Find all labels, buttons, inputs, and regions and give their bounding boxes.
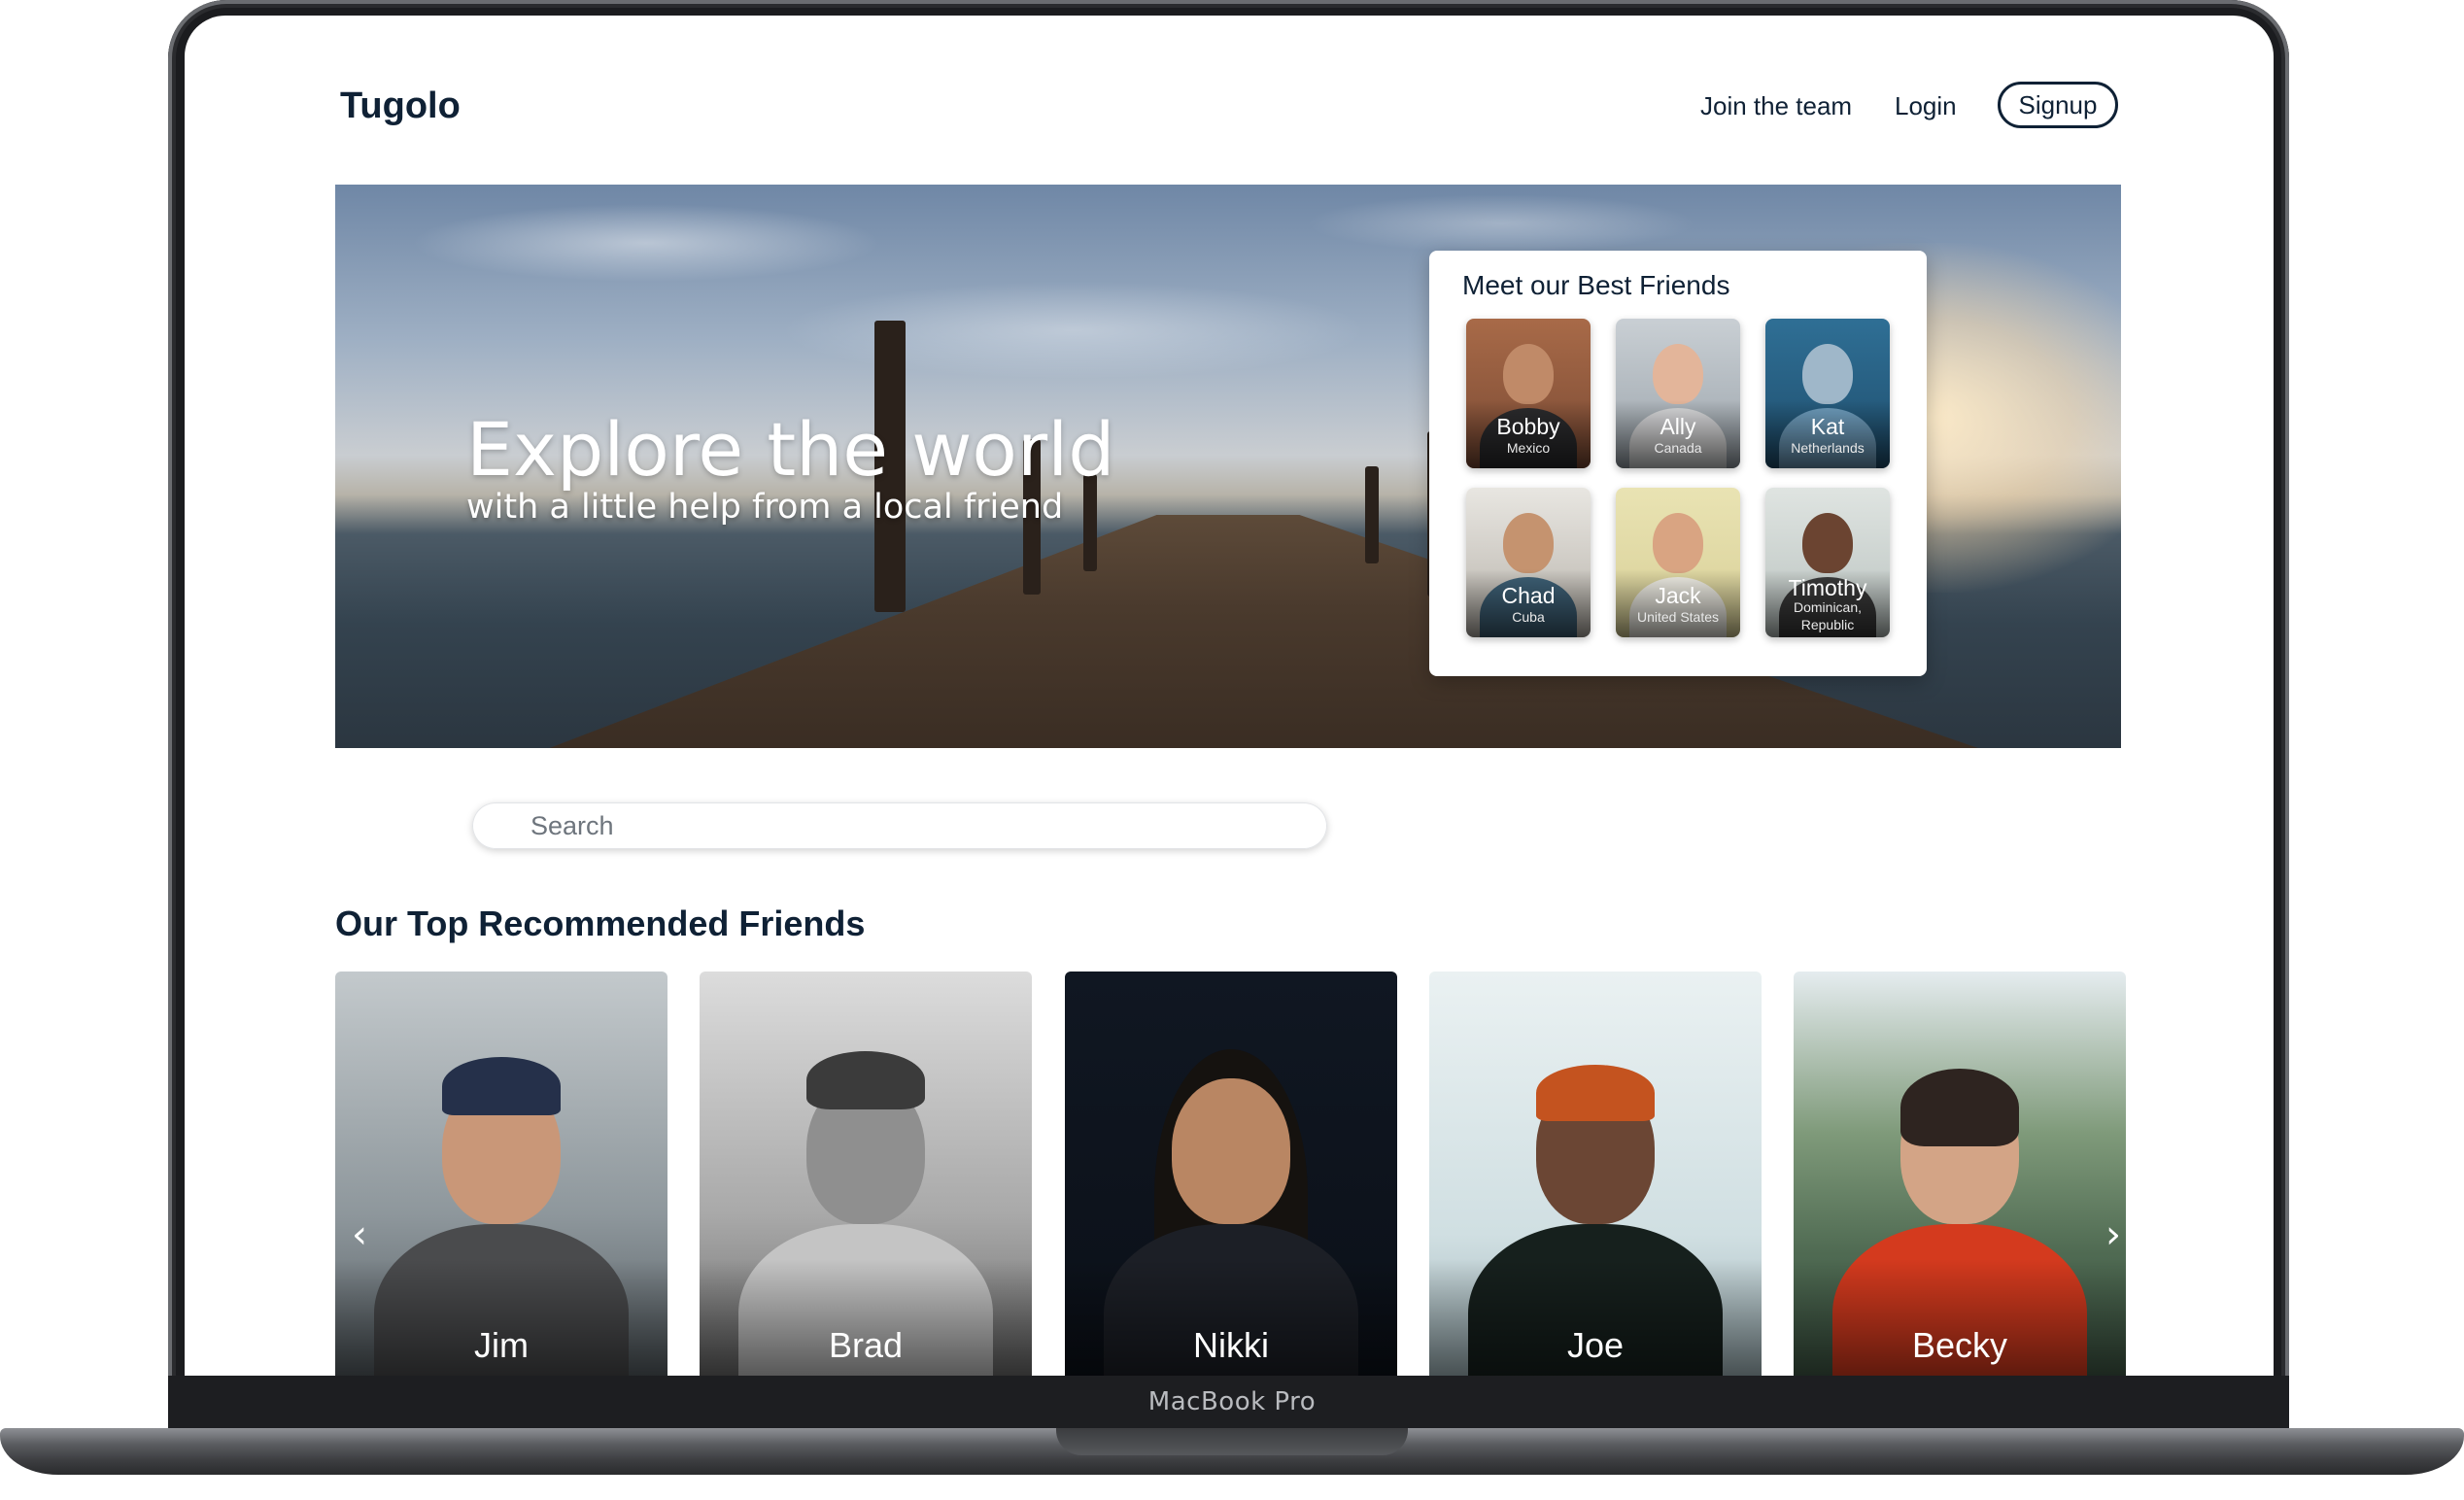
avatar bbox=[1802, 513, 1853, 573]
laptop-notch bbox=[1056, 1428, 1408, 1455]
device-label: MacBook Pro bbox=[1147, 1387, 1317, 1416]
friend-card-bobby[interactable]: Bobby Mexico bbox=[1466, 319, 1591, 468]
avatar bbox=[1503, 513, 1554, 573]
recommended-card-becky[interactable]: Becky bbox=[1794, 972, 2126, 1376]
nav-join-the-team[interactable]: Join the team bbox=[1700, 91, 1852, 121]
friend-name: Kat bbox=[1810, 414, 1845, 439]
avatar bbox=[1653, 513, 1703, 573]
friend-card-kat[interactable]: Kat Netherlands bbox=[1765, 319, 1890, 468]
friend-card-jack[interactable]: Jack United States bbox=[1616, 488, 1740, 637]
chevron-right-icon[interactable]: › bbox=[2099, 1210, 2128, 1259]
friend-country: Canada bbox=[1654, 440, 1702, 456]
recommended-card-nikki[interactable]: Nikki bbox=[1065, 972, 1397, 1376]
friend-card-ally[interactable]: Ally Canada bbox=[1616, 319, 1740, 468]
hero-subtitle: with a little help from a local friend bbox=[466, 488, 1064, 527]
friend-name: Ally bbox=[1660, 414, 1696, 439]
site-logo[interactable]: Tugolo bbox=[340, 85, 461, 127]
recommended-card-joe[interactable]: Joe bbox=[1429, 972, 1762, 1376]
hair bbox=[1900, 1069, 2019, 1146]
search-bar bbox=[472, 802, 1327, 849]
recommended-name: Brad bbox=[828, 1325, 904, 1365]
nav-login[interactable]: Login bbox=[1895, 91, 1957, 121]
recommended-name: Joe bbox=[1566, 1325, 1625, 1365]
friend-country: United States bbox=[1636, 609, 1720, 625]
beanie bbox=[1536, 1065, 1655, 1121]
friend-country: Cuba bbox=[1512, 609, 1545, 625]
recommended-card-brad[interactable]: Brad bbox=[700, 972, 1032, 1376]
friend-name: Chad bbox=[1501, 583, 1556, 608]
best-friends-title: Meet our Best Friends bbox=[1462, 270, 1730, 300]
signup-button[interactable]: Signup bbox=[1998, 82, 2118, 128]
chevron-left-icon[interactable]: ‹ bbox=[345, 1210, 374, 1259]
friend-country: Dominican, Republic bbox=[1793, 599, 1863, 632]
avatar bbox=[1653, 344, 1703, 404]
friend-name: Timothy bbox=[1788, 575, 1867, 600]
recommended-name: Nikki bbox=[1193, 1325, 1269, 1365]
hero-title: Explore the world bbox=[466, 406, 1115, 493]
friend-card-timothy[interactable]: Timothy Dominican, Republic bbox=[1765, 488, 1890, 637]
recommended-card-jim[interactable]: Jim bbox=[335, 972, 667, 1376]
friend-card-chad[interactable]: Chad Cuba bbox=[1466, 488, 1591, 637]
recommended-name: Jim bbox=[474, 1325, 529, 1365]
friend-country: Netherlands bbox=[1791, 440, 1865, 456]
friend-name: Jack bbox=[1655, 583, 1701, 608]
recommended-section-title: Our Top Recommended Friends bbox=[335, 903, 866, 943]
friend-country: Mexico bbox=[1506, 440, 1551, 456]
cap bbox=[442, 1057, 561, 1115]
friend-name: Bobby bbox=[1496, 414, 1560, 439]
pier-post bbox=[1365, 466, 1379, 563]
avatar bbox=[1802, 344, 1853, 404]
avatar bbox=[1503, 344, 1554, 404]
best-friends-panel: Meet our Best Friends Bobby Mexico Ally … bbox=[1429, 251, 1927, 676]
hair bbox=[806, 1051, 925, 1109]
browser-screen: Tugolo Join the team Login Signup Explor… bbox=[185, 16, 2274, 1376]
search-input[interactable] bbox=[530, 802, 1298, 849]
recommended-name: Becky bbox=[1911, 1325, 2008, 1365]
